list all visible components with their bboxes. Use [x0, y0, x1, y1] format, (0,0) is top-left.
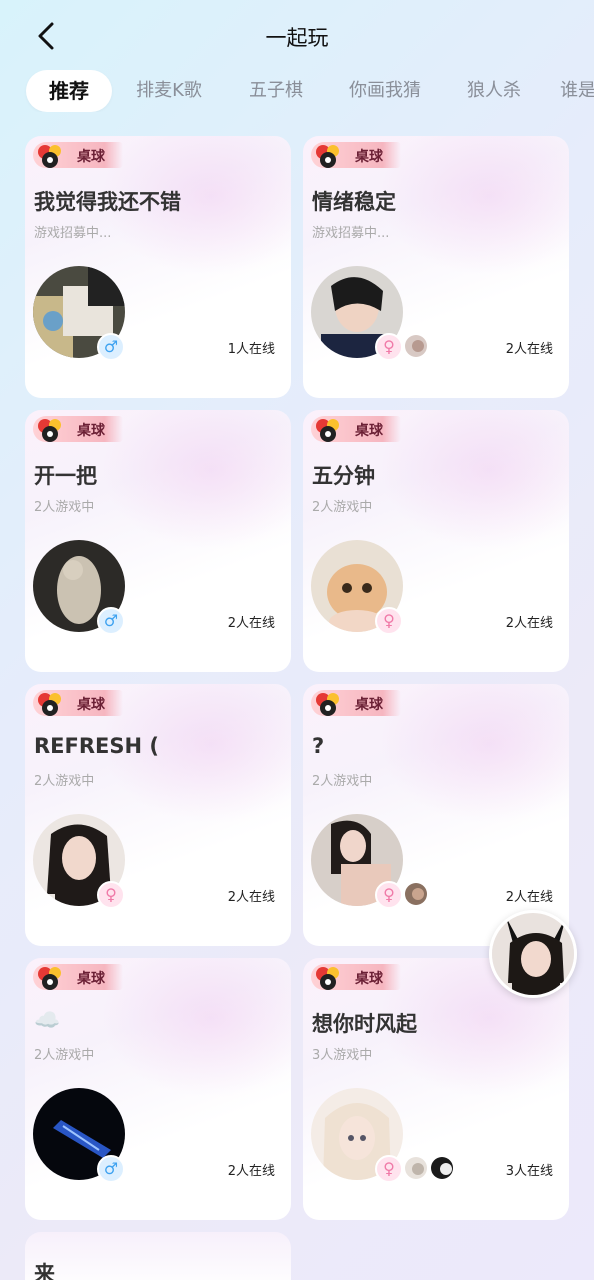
room-status: 2人游戏中	[312, 774, 373, 789]
online-count: 2人在线	[505, 616, 553, 631]
member-avatar	[403, 1155, 429, 1181]
game-badge: 桌球	[33, 964, 123, 990]
female-gender-icon: ♀	[375, 607, 403, 635]
game-category-tabs: 推荐 排麦K歌 五子棋 你画我猜 狼人杀 谁是	[0, 70, 594, 112]
game-label: 桌球	[77, 971, 105, 987]
room-card[interactable]: 桌球 情绪稳定 游戏招募中... ♀ 2人在线	[303, 136, 569, 398]
game-badge: 桌球	[33, 416, 123, 442]
tab-werewolf[interactable]: 狼人杀	[454, 70, 534, 112]
game-label: 桌球	[77, 697, 105, 713]
female-gender-icon: ♀	[375, 333, 403, 361]
male-gender-icon: ♂	[97, 333, 125, 361]
top-bar: 一起玩	[0, 0, 594, 70]
game-badge: 桌球	[33, 142, 123, 168]
room-title: REFRESH (	[34, 734, 159, 758]
game-badge: 桌球	[33, 690, 123, 716]
online-count: 2人在线	[227, 616, 275, 631]
game-label: 桌球	[355, 697, 383, 713]
billiard-balls-icon	[316, 145, 339, 168]
room-title: ☁️	[34, 1008, 61, 1032]
billiard-balls-icon	[316, 967, 339, 990]
tab-gomoku[interactable]: 五子棋	[236, 70, 316, 112]
male-gender-icon: ♂	[97, 1155, 125, 1183]
game-badge: 桌球	[311, 964, 401, 990]
room-status: 2人游戏中	[34, 774, 95, 789]
room-status: 2人游戏中	[34, 1048, 95, 1063]
room-status: 游戏招募中...	[34, 226, 112, 241]
room-title: 开一把	[34, 464, 97, 488]
billiard-balls-icon	[316, 693, 339, 716]
room-title: 情绪稳定	[312, 190, 396, 214]
room-title: 想你时风起	[312, 1012, 417, 1036]
game-badge: 桌球	[311, 142, 401, 168]
male-gender-icon: ♂	[97, 607, 125, 635]
game-label: 桌球	[355, 423, 383, 439]
game-label: 桌球	[77, 149, 105, 165]
room-status: 2人游戏中	[34, 500, 95, 515]
game-badge: 桌球	[311, 416, 401, 442]
floating-room-avatar[interactable]	[489, 910, 577, 998]
room-card[interactable]: 桌球 开一把 2人游戏中 ♂ 2人在线	[25, 410, 291, 672]
online-count: 2人在线	[227, 1164, 275, 1179]
billiard-balls-icon	[38, 693, 61, 716]
room-card[interactable]: 桌球 ☁️ 2人游戏中 ♂ 2人在线	[25, 958, 291, 1220]
game-badge: 桌球	[311, 690, 401, 716]
room-title: 我觉得我还不错	[34, 190, 181, 214]
female-gender-icon: ♀	[375, 1155, 403, 1183]
online-count: 2人在线	[505, 342, 553, 357]
member-avatar	[429, 1155, 455, 1181]
game-label: 桌球	[355, 971, 383, 987]
online-count: 1人在线	[227, 342, 275, 357]
room-title: ?	[312, 734, 325, 758]
room-card[interactable]: 来	[25, 1232, 291, 1280]
room-card[interactable]: 桌球 五分钟 2人游戏中 ♀ 2人在线	[303, 410, 569, 672]
room-title: 来	[34, 1262, 55, 1280]
tab-recommend[interactable]: 推荐	[26, 70, 112, 112]
game-label: 桌球	[355, 149, 383, 165]
page-title: 一起玩	[265, 26, 329, 50]
member-avatar	[403, 333, 429, 359]
online-count: 2人在线	[505, 890, 553, 905]
room-card[interactable]: 桌球 我觉得我还不错 游戏招募中... ♂ 1人在线	[25, 136, 291, 398]
room-status: 3人游戏中	[312, 1048, 373, 1063]
online-count: 3人在线	[505, 1164, 553, 1179]
tab-draw-guess[interactable]: 你画我猜	[340, 70, 430, 112]
member-avatar	[403, 881, 429, 907]
room-card[interactable]: 桌球 REFRESH ( 2人游戏中 ♀ 2人在线	[25, 684, 291, 946]
room-title: 五分钟	[312, 464, 375, 488]
room-status: 2人游戏中	[312, 500, 373, 515]
tab-who-is[interactable]: 谁是	[560, 70, 594, 112]
female-gender-icon: ♀	[375, 881, 403, 909]
room-card[interactable]: 桌球 ? 2人游戏中 ♀ 2人在线	[303, 684, 569, 946]
game-label: 桌球	[77, 423, 105, 439]
room-status: 游戏招募中...	[312, 226, 390, 241]
online-count: 2人在线	[227, 890, 275, 905]
billiard-balls-icon	[38, 967, 61, 990]
billiard-balls-icon	[316, 419, 339, 442]
tab-karaoke[interactable]: 排麦K歌	[126, 70, 212, 112]
billiard-balls-icon	[38, 145, 61, 168]
billiard-balls-icon	[38, 419, 61, 442]
female-gender-icon: ♀	[97, 881, 125, 909]
